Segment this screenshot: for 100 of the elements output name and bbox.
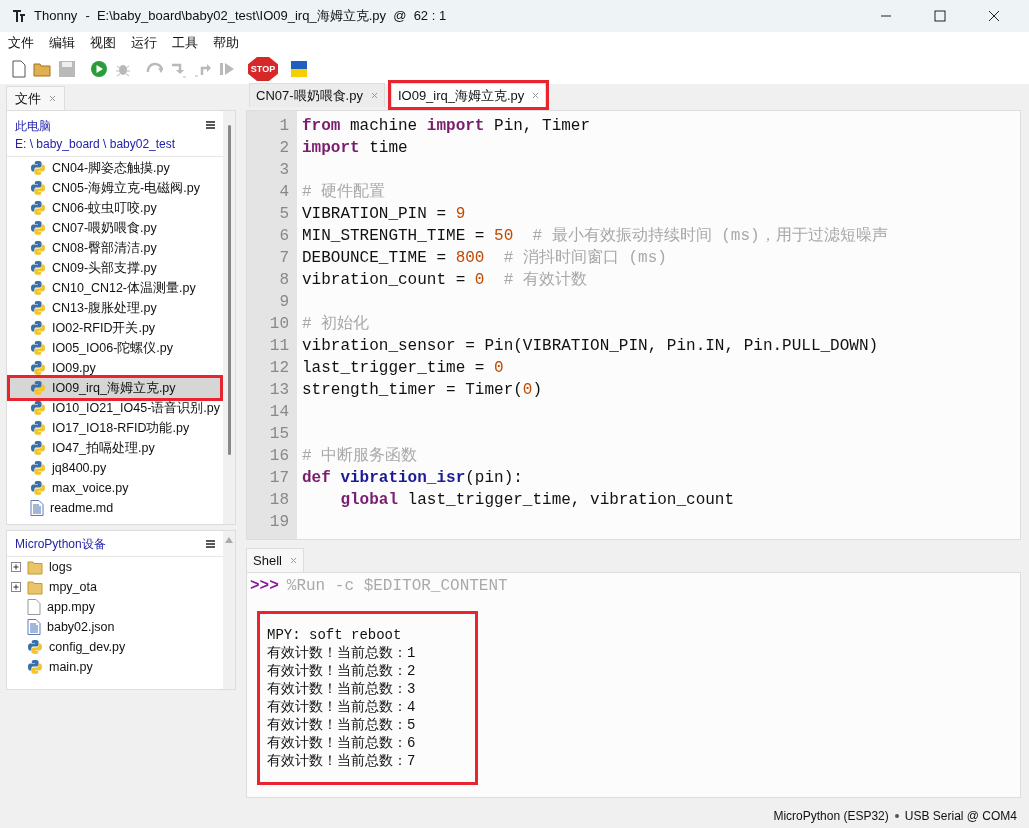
file-item[interactable]: IO09_irq_海姆立克.py — [10, 378, 220, 398]
python-file-icon — [30, 180, 46, 196]
device-file-item[interactable]: logs — [49, 557, 72, 577]
port-status[interactable]: USB Serial @ COM4 — [904, 807, 1017, 825]
python-file-icon — [30, 300, 46, 316]
shell-panel[interactable]: >>> %Run -c $EDITOR_CONTENT MPY: soft reboot 有效计数！当前总数：1 有效计数！当前总数：2 有效计数！当前总数：3 有效计数！当前总数：4 有效计数！当前总数：5 有效计数！当前总数：6 有效计数！当前总数：7 — [246, 572, 1021, 798]
code-line: last_trigger_time = 0 — [302, 358, 504, 379]
editor-tab[interactable]: IO09_irq_海姆立克.py — [390, 83, 547, 107]
shell-command: %Run -c $EDITOR_CONTENT — [286, 576, 508, 597]
menu-item[interactable]: 编辑 — [49, 33, 75, 53]
blank-file-icon — [27, 599, 41, 615]
file-item[interactable]: IO10_IO21_IO45-语音识别.py — [10, 398, 220, 418]
shell-prompt: >>> — [250, 576, 279, 597]
python-file-icon — [27, 659, 43, 675]
editor-tab[interactable]: CN07-喂奶喂食.py — [249, 83, 385, 107]
python-file-icon — [27, 639, 43, 655]
scrollbar-thumb[interactable] — [227, 125, 231, 455]
python-file-icon — [30, 360, 46, 376]
line-number: 2 — [278, 138, 290, 159]
location-label: 此电脑 — [15, 118, 52, 135]
shell-output-line: 有效计数！当前总数：7 — [267, 752, 416, 770]
code-line: VIBRATION_PIN = 9 — [302, 204, 466, 225]
interpreter-status[interactable]: MicroPython (ESP32) — [773, 807, 889, 825]
file-item[interactable]: CN05-海姆立克-电磁阀.py — [10, 178, 220, 198]
shell-output-line: 有效计数！当前总数：6 — [267, 734, 416, 752]
menu-icon[interactable] — [206, 121, 215, 129]
line-number: 15 — [268, 424, 290, 445]
device-file-item[interactable]: config_dev.py — [49, 637, 126, 657]
line-number: 3 — [278, 160, 290, 181]
device-file-item[interactable]: baby02.json — [47, 617, 115, 637]
file-item[interactable]: CN07-喂奶喂食.py — [10, 218, 220, 238]
expand-toggle-icon[interactable] — [11, 582, 21, 592]
device-file-item[interactable]: mpy_ota — [49, 577, 97, 597]
python-file-icon — [30, 220, 46, 236]
code-line: strength_timer = Timer(0) — [302, 380, 543, 401]
file-item[interactable]: CN09-头部支撑.py — [10, 258, 220, 278]
python-file-icon — [30, 260, 46, 276]
separator-dot-icon — [894, 814, 899, 818]
device-file-item[interactable]: main.py — [49, 657, 93, 677]
code-line: vibration_count = 0 # 有效计数 — [302, 270, 587, 291]
code-editor[interactable] — [246, 110, 1021, 540]
menu-item[interactable]: 文件 — [8, 33, 34, 53]
code-line: global last_trigger_time, vibration_count — [339, 490, 735, 511]
python-file-icon — [30, 200, 46, 216]
file-item[interactable]: CN13-腹胀处理.py — [10, 298, 220, 318]
python-file-icon — [30, 280, 46, 296]
line-number: 7 — [278, 248, 290, 269]
line-number: 1 — [278, 116, 290, 137]
code-line: vibration_sensor = Pin(VIBRATION_PIN, Pin.IN, Pin.PULL_DOWN) — [302, 336, 879, 357]
python-file-icon — [30, 460, 46, 476]
app-name: Thonny — [34, 7, 78, 26]
python-file-icon — [30, 160, 46, 176]
line-number: 16 — [268, 446, 290, 467]
file-item[interactable]: IO05_IO06-陀螺仪.py — [10, 338, 220, 358]
code-line: MIN_STRENGTH_TIME = 50 # 最小有效振动持续时间 (ms)，用于过滤短噪声 — [302, 226, 888, 247]
shell-output-line: 有效计数！当前总数：2 — [267, 662, 416, 680]
menu-item[interactable]: 运行 — [131, 33, 157, 53]
files-tab[interactable]: 文件 — [6, 86, 65, 110]
app-logo-icon — [12, 9, 26, 23]
file-item[interactable]: readme.md — [10, 498, 220, 518]
file-item[interactable]: CN06-蚊虫叮咬.py — [10, 198, 220, 218]
code-line: DEBOUNCE_TIME = 800 # 消抖时间窗口 (ms) — [302, 247, 667, 269]
line-number: 4 — [278, 182, 290, 203]
file-item[interactable]: IO09.py — [10, 358, 220, 378]
file-item[interactable]: jq8400.py — [10, 458, 220, 478]
menu-item[interactable]: 帮助 — [213, 33, 239, 53]
menu-item[interactable]: 视图 — [90, 33, 116, 53]
close-icon[interactable] — [987, 9, 1001, 23]
file-item[interactable]: CN10_CN12-体温测量.py — [10, 278, 220, 298]
window-title: - E:\baby_board\baby02_test\IO09_irq_海姆立克.py @ 62 : 1 — [85, 7, 448, 26]
scroll-up-icon[interactable] — [225, 537, 233, 543]
code-line: # 中断服务函数 — [302, 445, 418, 467]
line-number: 8 — [278, 270, 290, 291]
code-line: import time — [302, 138, 408, 159]
folder-icon — [27, 579, 43, 595]
flag-icon[interactable] — [288, 59, 310, 79]
line-number: 6 — [278, 226, 290, 247]
python-file-icon — [30, 420, 46, 436]
file-item[interactable]: IO02-RFID开关.py — [10, 318, 220, 338]
shell-output-line: MPY: soft reboot — [267, 626, 403, 644]
menu-item[interactable]: 工具 — [172, 33, 198, 53]
file-item[interactable]: CN04-脚姿态触摸.py — [10, 158, 220, 178]
shell-output-line: 有效计数！当前总数：4 — [267, 698, 416, 716]
file-item[interactable]: IO47_拍嗝处理.py — [10, 438, 220, 458]
expand-toggle-icon[interactable] — [11, 562, 21, 572]
device-file-item[interactable]: app.mpy — [47, 597, 95, 617]
folder-icon — [27, 559, 43, 575]
line-number: 17 — [268, 468, 290, 489]
maximize-icon[interactable] — [933, 9, 947, 23]
file-item[interactable]: CN08-臀部清洁.py — [10, 238, 220, 258]
stop-icon[interactable]: STOP — [248, 57, 278, 81]
shell-tab[interactable]: Shell — [246, 548, 304, 572]
file-item[interactable]: max_voice.py — [10, 478, 220, 498]
line-number: 12 — [268, 358, 290, 379]
line-number: 9 — [278, 292, 290, 313]
run-icon[interactable] — [88, 59, 110, 79]
file-item[interactable]: IO17_IO18-RFID功能.py — [10, 418, 220, 438]
menu-icon[interactable] — [206, 539, 215, 548]
line-number: 14 — [268, 402, 290, 423]
path-label[interactable]: E: \ baby_board \ baby02_test — [15, 135, 206, 153]
